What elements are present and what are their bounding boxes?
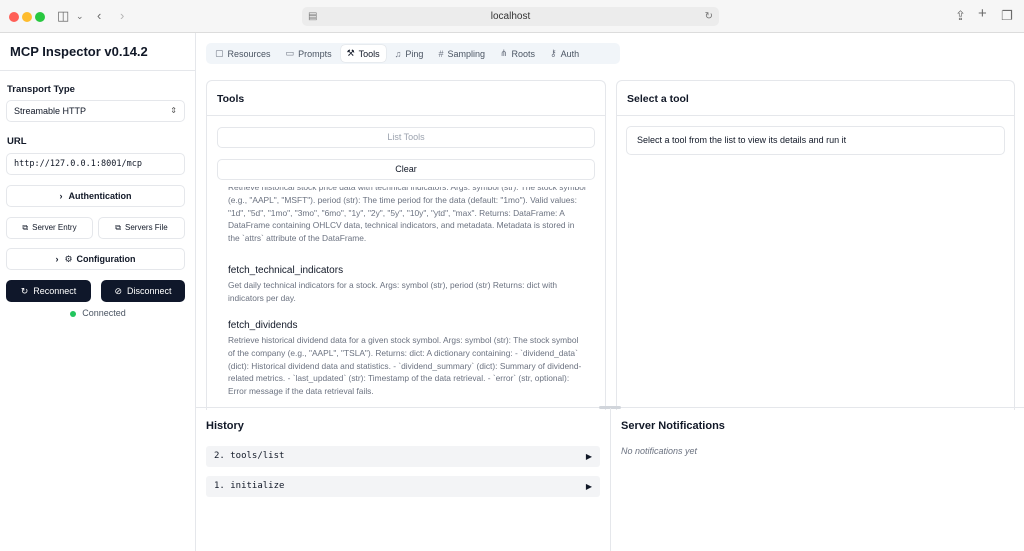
notifications-title: Server Notifications — [621, 420, 725, 432]
clear-button[interactable]: Clear — [217, 159, 595, 180]
history-item-label: 1. initialize — [214, 481, 285, 491]
address-text: localhost — [490, 11, 531, 22]
key-icon: ⚷ — [550, 48, 557, 58]
tab-tools[interactable]: ⚒ Tools — [340, 45, 386, 62]
authentication-label: Authentication — [68, 191, 132, 201]
tab-resources[interactable]: ▢ Resources — [209, 45, 277, 62]
prompts-icon: ▭ — [285, 48, 295, 58]
tab-label: Sampling — [447, 48, 485, 59]
expand-arrow-icon[interactable]: ▶ — [586, 446, 592, 467]
tab-sampling[interactable]: # Sampling — [432, 45, 491, 62]
page-icon: ▤ — [308, 11, 318, 22]
list-item[interactable]: Retrieve historical stock price data wit… — [228, 187, 586, 245]
refresh-icon: ↻ — [20, 286, 29, 296]
hash-icon: # — [438, 48, 444, 59]
tab-label: Prompts — [298, 48, 332, 59]
history-item[interactable]: 1. initialize ▶ — [206, 476, 600, 497]
tools-panel-title: Tools — [217, 93, 245, 105]
reload-icon[interactable]: ↻ — [705, 7, 713, 26]
forward-arrow-icon[interactable]: › — [120, 7, 124, 25]
tool-name: fetch_dividends — [228, 320, 298, 331]
list-tools-button[interactable]: List Tools — [217, 127, 595, 148]
panel-divider — [617, 115, 1014, 116]
chevron-right-icon: › — [59, 191, 63, 201]
zoom-window-button[interactable] — [35, 12, 45, 22]
sidebar: MCP Inspector v0.14.2 Transport Type Str… — [0, 33, 196, 551]
tool-description: Get daily technical indicators for a sto… — [228, 280, 558, 303]
tab-auth[interactable]: ⚷ Auth — [544, 45, 585, 62]
reconnect-button[interactable]: ↻ Reconnect — [6, 280, 91, 302]
status-text: Connected — [82, 308, 126, 318]
transport-type-label: Transport Type — [7, 84, 75, 95]
connection-status: Connected — [0, 308, 196, 318]
tab-label: Ping — [405, 48, 424, 59]
tools-panel: Tools List Tools Clear Retrieve historic… — [206, 80, 606, 410]
select-chevron-icon: ⇕ — [170, 106, 177, 115]
authentication-button[interactable]: › Authentication — [6, 185, 185, 207]
tab-label: Resources — [227, 48, 271, 59]
tab-overview-icon[interactable]: ❐ — [1001, 7, 1013, 25]
app-title: MCP Inspector v0.14.2 — [0, 33, 195, 71]
server-entry-button[interactable]: ⧉ Server Entry — [6, 217, 93, 239]
gear-icon: ⚙ — [64, 254, 73, 264]
configuration-button[interactable]: › ⚙ Configuration — [6, 248, 185, 270]
bell-icon: ♫ — [394, 48, 402, 59]
history-item[interactable]: 2. tools/list ▶ — [206, 446, 600, 467]
chevron-down-icon[interactable]: ⌄ — [76, 7, 84, 25]
tool-details-title: Select a tool — [627, 93, 689, 105]
hammer-icon: ⚒ — [346, 48, 355, 58]
tab-label: Auth — [560, 48, 580, 59]
minimize-window-button[interactable] — [22, 12, 32, 22]
reconnect-label: Reconnect — [33, 286, 77, 296]
tool-details-panel: Select a tool Select a tool from the lis… — [616, 80, 1015, 410]
panel-divider — [207, 115, 605, 116]
disconnect-label: Disconnect — [127, 286, 172, 296]
notifications-empty-text: No notifications yet — [621, 446, 698, 456]
configuration-label: Configuration — [76, 254, 136, 264]
servers-file-button[interactable]: ⧉ Servers File — [98, 217, 185, 239]
tool-name: fetch_technical_indicators — [228, 265, 344, 276]
copy-icon: ⧉ — [22, 223, 29, 232]
back-arrow-icon[interactable]: ‹ — [97, 7, 101, 25]
tool-description: Retrieve historical stock price data wit… — [228, 187, 586, 244]
tool-list[interactable]: Retrieve historical stock price data wit… — [208, 187, 604, 405]
vertical-divider — [610, 408, 611, 551]
url-label: URL — [7, 136, 27, 147]
main-tabs: ▢ Resources ▭ Prompts ⚒ Tools ♫ Ping # Sampli… — [206, 43, 620, 64]
address-bar[interactable]: ▤ localhost ↻ — [302, 7, 719, 26]
select-tool-message: Select a tool from the list to view its … — [626, 126, 1005, 155]
transport-type-select[interactable]: Streamable HTTP ⇕ — [6, 100, 185, 122]
tab-ping[interactable]: ♫ Ping — [389, 45, 430, 62]
unplug-icon: ⊘ — [114, 286, 122, 296]
network-icon: ⋔ — [499, 48, 508, 58]
status-dot-icon — [70, 310, 77, 317]
expand-arrow-icon[interactable]: ▶ — [586, 476, 592, 497]
tab-label: Tools — [358, 48, 380, 59]
disconnect-button[interactable]: ⊘ Disconnect — [101, 280, 185, 302]
tab-roots[interactable]: ⋔ Roots — [494, 45, 541, 62]
chevron-right-icon: › — [55, 254, 59, 264]
share-icon[interactable]: ⇪ — [955, 7, 966, 25]
browser-toolbar: ◫ ⌄ ‹ › ▤ localhost ↻ ⇪ + ❐ — [0, 0, 1024, 33]
tool-description: Retrieve historical dividend data for a … — [228, 335, 582, 397]
url-input[interactable]: http://127.0.0.1:8001/mcp — [6, 153, 185, 175]
list-item[interactable]: fetch_technical_indicators Get daily tec… — [228, 265, 586, 305]
server-entry-label: Server Entry — [32, 223, 77, 232]
sidebar-toggle-icon[interactable]: ◫ — [57, 7, 69, 25]
copy-icon: ⧉ — [115, 223, 122, 232]
resources-icon: ▢ — [215, 48, 224, 58]
new-tab-icon[interactable]: + — [978, 5, 987, 23]
history-title: History — [206, 420, 244, 432]
transport-type-value: Streamable HTTP — [14, 106, 87, 116]
tab-label: Roots — [511, 48, 536, 59]
list-item[interactable]: fetch_dividends Retrieve historical divi… — [228, 320, 586, 398]
close-window-button[interactable] — [9, 12, 19, 22]
tab-prompts[interactable]: ▭ Prompts — [280, 45, 338, 62]
history-item-label: 2. tools/list — [214, 451, 285, 461]
servers-file-label: Servers File — [125, 223, 168, 232]
